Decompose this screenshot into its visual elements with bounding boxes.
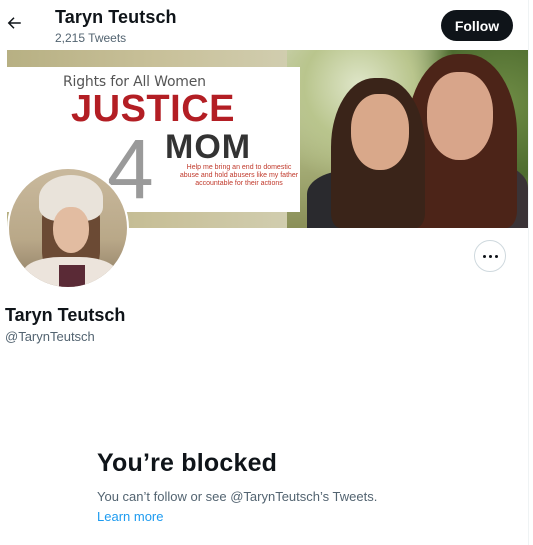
poster-mom-text: MOM (165, 128, 252, 166)
blocked-message: You can’t follow or see @TarynTeutsch’s … (97, 489, 378, 504)
profile-column: Taryn Teutsch 2,215 Tweets Follow Rights… (0, 0, 529, 545)
avatar-photo (9, 169, 127, 287)
banner-person-face (351, 94, 409, 170)
profile-handle: @TarynTeutsch (5, 329, 95, 344)
avatar-shirt (59, 265, 85, 287)
blocked-title: You’re blocked (97, 449, 278, 477)
arrow-left-icon (7, 17, 21, 29)
poster-help-text: Help me bring an end to domestic abuse a… (179, 164, 299, 187)
header-name: Taryn Teutsch (55, 7, 177, 27)
follow-button[interactable]: Follow (441, 10, 513, 41)
learn-more-link[interactable]: Learn more (97, 509, 163, 524)
back-button[interactable] (5, 14, 23, 32)
banner-person-face (427, 72, 493, 160)
tweet-count: 2,215 Tweets (55, 31, 127, 45)
more-options-button[interactable] (474, 240, 506, 272)
more-horizontal-icon (481, 254, 499, 258)
profile-avatar[interactable] (7, 167, 129, 289)
avatar-face (53, 207, 89, 253)
profile-header: Taryn Teutsch 2,215 Tweets Follow (0, 0, 528, 50)
profile-name: Taryn Teutsch (5, 305, 126, 325)
